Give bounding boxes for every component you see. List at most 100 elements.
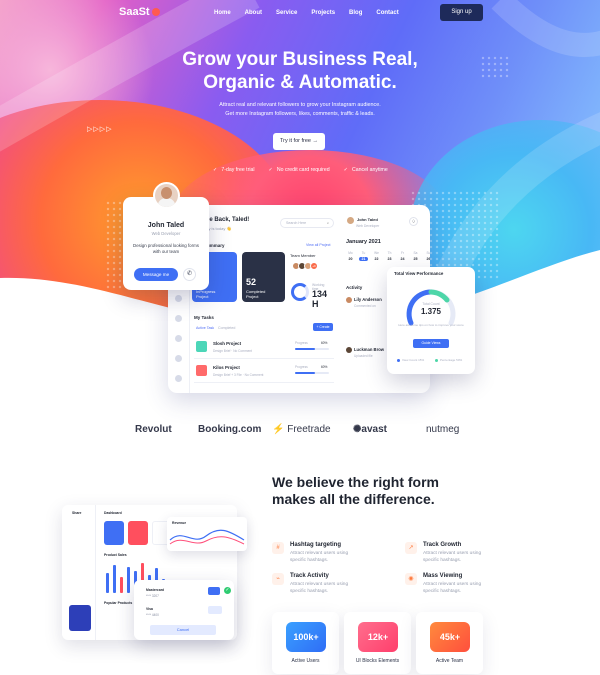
hero-title: Grow your Business Real, Organic & Autom… (182, 49, 418, 93)
guide-views-button[interactable]: Guide Views (413, 339, 449, 348)
total-view-card: Total View Performance Total Count 1.375… (387, 267, 475, 374)
sidebar-nav-icon[interactable] (175, 335, 182, 342)
project-icon (196, 365, 207, 376)
analytics-mockup: Share Dashboard Product Sales Popular Pr… (62, 505, 247, 670)
calendar-day[interactable]: Tu 21 (359, 251, 368, 261)
check-icon: ✓ (224, 587, 231, 594)
search-icon: ⌕ (326, 221, 329, 225)
nav-item-service[interactable]: Service (276, 10, 297, 16)
stat-card: 45k+ Active Team (416, 612, 483, 674)
dot-pattern (480, 55, 510, 80)
stat-value: 12k+ (358, 622, 398, 652)
create-task-button[interactable]: + Create (313, 323, 333, 331)
try-free-button[interactable]: Try it for free → (273, 133, 325, 150)
profile-name: John Taled (147, 222, 185, 229)
cancel-button[interactable]: Cancel (150, 625, 216, 635)
task-progress-fill (295, 372, 316, 374)
view-all-projects-link[interactable]: View all Project (306, 243, 331, 247)
calendar-day[interactable]: Su 26 (424, 251, 431, 261)
legend-item: View Count 15% (397, 358, 424, 362)
chevron-right-icon: ▷▷▷▷ (87, 126, 113, 133)
nav-item-contact[interactable]: Contact (376, 10, 398, 16)
activity-icon: ⌁ (272, 573, 284, 585)
nav-item-home[interactable]: Home (214, 10, 231, 16)
profile-description: Design professional looking forms with o… (133, 243, 199, 254)
mockup-sidebar: Share (62, 505, 96, 640)
activity-sub: Commented on (354, 304, 376, 308)
total-view-number: 1.375 (420, 307, 442, 316)
top-nav: SaaSt Home About Service Projects Blog C… (0, 0, 600, 28)
phone-icon[interactable]: ✆ (183, 268, 196, 281)
dashboard-search-input[interactable]: Search Here ⌕ (280, 218, 334, 228)
tab-active-task[interactable]: Active Task (196, 326, 214, 330)
stat-card: 12k+ UI Blocks Elements (344, 612, 411, 674)
sidebar-nav-icon[interactable] (175, 295, 182, 302)
mockup-payment-card: Mastercard **** 3207 ✓ Visa **** 4400 Ca… (134, 580, 234, 640)
arrow-right-icon: → (312, 138, 319, 144)
profile-card: John Taled Web Developer Design professi… (123, 182, 209, 290)
hashtag-icon: # (272, 542, 284, 554)
hero-subtitle: Attract real and relevant followers to g… (219, 102, 381, 117)
stat-label: Active Team (435, 658, 464, 664)
completed-card[interactable]: 52 Completed Project (242, 252, 285, 302)
check-item: ✓ No credit card required (268, 167, 330, 173)
sidebar-nav-icon[interactable] (175, 375, 182, 382)
inprogress-label: InProgress Project (196, 289, 216, 299)
task-row[interactable]: Kilos Project Design Brief + 3 File · No… (194, 361, 334, 383)
nav-item-blog[interactable]: Blog (349, 10, 362, 16)
completed-label: Completed Project (246, 289, 266, 299)
mockup-bar (127, 567, 130, 593)
check-icon: ✓ (343, 167, 349, 173)
hero-checklist: ✓ 7-day free trial ✓ No credit card requir… (213, 167, 388, 173)
team-member-label: Team Member (290, 253, 316, 258)
mockup-app-name: Share (72, 511, 82, 515)
calendar-day[interactable]: Th 23 (385, 251, 394, 261)
avatar (346, 297, 352, 303)
legend-dot-icon (397, 358, 400, 362)
sidebar-nav-icon[interactable] (175, 355, 182, 362)
brand-logo[interactable]: SaaSt (119, 6, 160, 18)
stat-value: 100k+ (286, 622, 326, 652)
calendar-day[interactable]: Fr 24 (398, 251, 407, 261)
stat-card: 100k+ Active Users (272, 612, 339, 674)
partner-logo-avast: ✺avast (353, 424, 387, 435)
message-me-button[interactable]: Message me (134, 268, 178, 281)
calendar-day[interactable]: Sa 25 (411, 251, 420, 261)
task-progress-fill (295, 348, 316, 350)
sidebar-nav-icon[interactable] (175, 315, 182, 322)
mockup-bar (113, 565, 116, 593)
avatar[interactable] (347, 217, 354, 224)
calendar-day[interactable]: We 22 (372, 251, 381, 261)
tab-completed[interactable]: Completed (218, 326, 235, 330)
dashboard-user-role: Web Developer (356, 224, 380, 228)
mockup-product-sales: Product Sales (104, 553, 127, 557)
working-hours-value: 134 H (312, 289, 328, 309)
landing-page: SaaSt Home About Service Projects Blog C… (0, 0, 600, 675)
task-progress-bar (295, 372, 329, 374)
activity-title: Activity (346, 285, 363, 290)
stat-label: UI Blocks Elements (355, 658, 400, 664)
dashboard-user-name: John Taled (357, 217, 378, 222)
nav-item-about[interactable]: About (245, 10, 262, 16)
nav-item-projects[interactable]: Projects (311, 10, 335, 16)
freetrade-icon: ⚡ (272, 424, 285, 435)
mockup-line-chart (169, 529, 245, 545)
visa-icon (208, 606, 222, 614)
working-hours-widget: Working time 134 H (291, 279, 331, 309)
dashboard-greeting: me Back, Taled! (204, 217, 250, 223)
partner-logo-revolut: Revolut (135, 424, 172, 435)
mockup-bar (120, 577, 123, 593)
calendar-strip: Mo 20 Tu 21 We 22 Th 23 Fr 24 Sa 25 Su 26 (346, 251, 430, 261)
task-row[interactable]: Slosh Project Design Brief · No Comment … (194, 337, 334, 359)
bell-icon[interactable]: ♢ (409, 217, 418, 226)
hours-progress-ring (291, 283, 309, 301)
partner-logo-freetrade: ⚡ Freetrade (272, 424, 331, 435)
calendar-day[interactable]: Mo 20 (346, 251, 355, 261)
signup-button[interactable]: Sign up (440, 4, 483, 21)
calendar-title: January 2021 (346, 239, 381, 245)
mockup-card (104, 521, 124, 545)
task-progress-bar (295, 348, 329, 350)
activity-name: Lily Anderson (354, 297, 382, 302)
partner-logo-nutmeg: nutmeg (426, 424, 460, 435)
avatar (346, 347, 352, 353)
